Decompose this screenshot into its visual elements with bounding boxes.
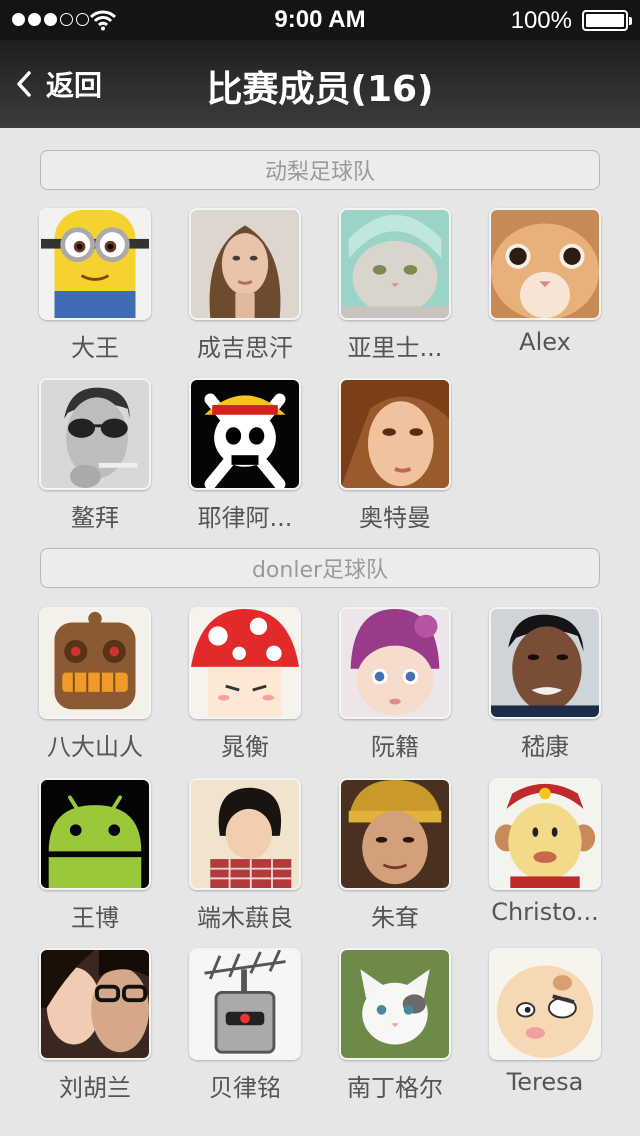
battery-icon — [582, 10, 632, 31]
woman-portrait-avatar-icon — [189, 208, 301, 320]
monkey-cartoon-avatar-icon — [489, 778, 601, 890]
kitten-white-avatar-icon — [339, 948, 451, 1060]
baby-knit-hat-avatar-icon — [339, 607, 451, 719]
member-name: 鳌拜 — [71, 504, 119, 532]
man-sunglasses-avatar-icon — [39, 378, 151, 490]
member-name: 朱耷 — [371, 904, 419, 932]
mushroom-cartoon-avatar-icon — [189, 607, 301, 719]
member-name: 亚里士... — [347, 334, 443, 362]
couple-photo-avatar-icon — [39, 948, 151, 1060]
status-bar: 9:00 AM 100% — [0, 0, 640, 40]
member-name: Alex — [519, 328, 571, 356]
member-name: Christo... — [491, 898, 599, 926]
man-portrait-avatar-icon — [489, 607, 601, 719]
kitten-face-avatar-icon — [489, 208, 601, 320]
member-name: Teresa — [506, 1068, 584, 1096]
cat-towel-avatar-icon — [339, 208, 451, 320]
member-name: 王博 — [71, 904, 119, 932]
member-name: 贝律铭 — [209, 1074, 281, 1102]
nav-bar: 返回 比赛成员(16) — [0, 40, 640, 128]
member-name: 端木蕻良 — [197, 904, 293, 932]
member-name: 阮籍 — [371, 733, 419, 761]
member-name: 大王 — [71, 334, 119, 362]
member-name: 耶律阿... — [197, 504, 293, 532]
battery-percent: 100% — [510, 7, 572, 34]
angry-bun-avatar-icon — [489, 948, 601, 1060]
man-costume-avatar-icon — [339, 778, 451, 890]
member-name: 奥特曼 — [359, 504, 431, 532]
member-name: 八大山人 — [47, 733, 143, 761]
team-header: donler足球队 — [40, 548, 600, 588]
android-avatar-icon — [39, 778, 151, 890]
girl-portrait-avatar-icon — [339, 378, 451, 490]
member-name: 南丁格尔 — [347, 1074, 443, 1102]
member-name: 成吉思汗 — [197, 334, 293, 362]
robot-cartoon-avatar-icon — [39, 607, 151, 719]
child-plaid-avatar-icon — [189, 778, 301, 890]
minion-avatar-icon — [39, 208, 151, 320]
member-name: 刘胡兰 — [59, 1074, 131, 1102]
member-name: 嵇康 — [521, 733, 569, 761]
jolly-roger-avatar-icon — [189, 378, 301, 490]
team-header: 动梨足球队 — [40, 150, 600, 190]
member-name: 晁衡 — [221, 733, 269, 761]
page-title: 比赛成员(16) — [206, 69, 434, 110]
robot-antenna-avatar-icon — [189, 948, 301, 1060]
